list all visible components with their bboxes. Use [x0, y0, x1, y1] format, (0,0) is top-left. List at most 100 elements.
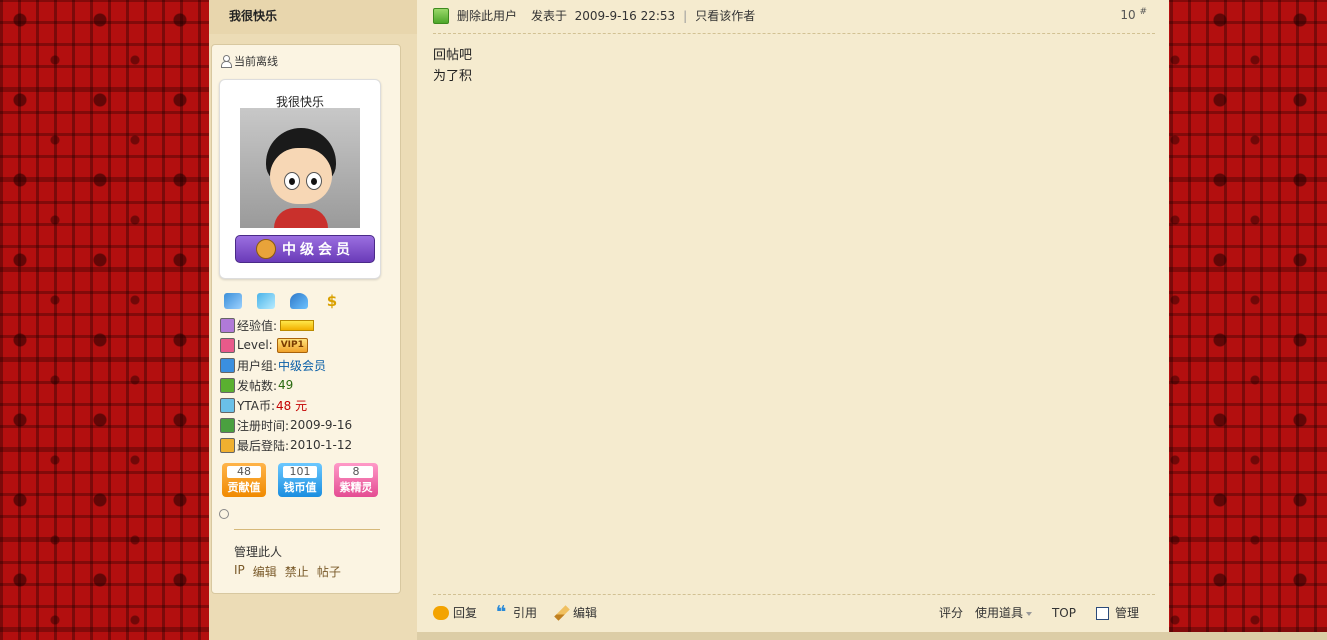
post-main: 删除此用户 发表于 2009-9-16 22:53 | 只看该作者 10 # 回… — [417, 0, 1327, 640]
post-time: 发表于 2009-9-16 22:53 — [531, 9, 676, 23]
sprite-label: 紫精灵 — [339, 481, 373, 494]
quote-icon: ❝ — [495, 601, 507, 623]
vip-badge: VIP1 — [276, 337, 308, 353]
only-author-link[interactable]: 只看该作者 — [695, 7, 755, 24]
dollar-icon[interactable]: $ — [323, 293, 341, 309]
avatar[interactable] — [240, 108, 360, 228]
money-value: 101 — [283, 466, 317, 478]
clock-icon — [220, 437, 235, 453]
email-icon[interactable] — [257, 293, 275, 309]
reply-icon — [433, 605, 449, 620]
reg-label: 注册时间: — [237, 418, 290, 433]
pencil-icon — [554, 604, 570, 621]
status-line: 当前离线 — [220, 53, 278, 69]
posts-value: 49 — [278, 378, 294, 392]
exp-bar — [280, 319, 315, 331]
avatar-eye-right — [306, 172, 322, 190]
quote-button[interactable]: ❝ 引用 — [493, 601, 538, 623]
post-line: 回帖吧 — [433, 48, 473, 63]
profile-panel: 当前离线 我很快乐 中级会员 $ 经验值: Level: VIP1 用户组: 中… — [211, 44, 401, 594]
manage-link-ip[interactable]: IP — [234, 563, 245, 580]
rank-title: 中级会员 — [282, 242, 354, 258]
post-container: 我很快乐 当前离线 我很快乐 中级会员 $ 经验值: Level: VIP1 用… — [209, 0, 1327, 640]
rate-link[interactable]: 评分 — [939, 604, 963, 621]
quote-label: 引用 — [513, 606, 538, 620]
stat-exp: 经验值: — [220, 315, 352, 335]
send-message-icon[interactable] — [224, 293, 242, 309]
stat-login: 最后登陆: 2010-1-12 — [220, 435, 352, 455]
author-header: 我很快乐 — [209, 0, 417, 34]
money-badge: 101 钱币值 — [278, 463, 322, 497]
user-square-icon — [433, 7, 449, 24]
reply-button[interactable]: 回复 — [433, 604, 477, 621]
level-icon — [220, 337, 235, 353]
header-divider — [433, 33, 1155, 34]
stat-group: 用户组: 中级会员 — [220, 355, 352, 375]
delete-user-link[interactable]: 删除此用户 — [457, 7, 517, 24]
manage-checkbox[interactable] — [1095, 607, 1109, 620]
floor-number: 10 — [1120, 8, 1136, 22]
sprite-value: 8 — [339, 466, 373, 478]
add-friend-icon[interactable] — [290, 293, 308, 309]
monkey-icon — [256, 239, 276, 259]
manage-label: 管理 — [1114, 606, 1139, 620]
coins-icon — [220, 397, 235, 413]
contribution-badge: 48 贡献值 — [222, 463, 266, 497]
stat-coins: YTA币: 48 元 — [220, 395, 352, 415]
manage-link-posts[interactable]: 帖子 — [317, 563, 341, 580]
stat-level: Level: VIP1 — [220, 335, 352, 355]
reply-label: 回复 — [453, 606, 478, 620]
calendar-icon — [220, 417, 235, 433]
level-label: Level: — [237, 338, 273, 352]
stat-reg: 注册时间: 2009-9-16 — [220, 415, 352, 435]
reg-value: 2009-9-16 — [290, 418, 353, 432]
avatar-card: 我很快乐 中级会员 — [219, 79, 381, 279]
author-badges: 48 贡献值 101 钱币值 8 紫精灵 — [222, 463, 378, 497]
edit-button[interactable]: 编辑 — [553, 604, 597, 621]
manage-links: IP 编辑 禁止 帖子 — [234, 563, 341, 580]
posts-label: 发帖数: — [237, 378, 278, 393]
manage-checkbox-group[interactable]: 管理 — [1095, 604, 1139, 621]
post-floor: 10 # — [1120, 7, 1147, 22]
chevron-down-icon — [1025, 611, 1032, 616]
post-actions: 回复 ❝ 引用 编辑 — [433, 601, 607, 623]
post-content: 回帖吧 为了积 — [433, 45, 472, 87]
contribution-value: 48 — [227, 466, 261, 478]
post-actions-right: 评分 使用道具 TOP 管理 — [939, 604, 1139, 621]
manage-link-edit[interactable]: 编辑 — [253, 563, 277, 580]
sprite-badge: 8 紫精灵 — [334, 463, 378, 497]
top-link[interactable]: TOP — [1052, 606, 1076, 620]
login-value: 2010-1-12 — [290, 438, 353, 452]
use-tool-menu[interactable]: 使用道具 — [975, 604, 1032, 621]
status-text: 当前离线 — [234, 55, 278, 68]
edit-label: 编辑 — [573, 606, 598, 620]
posts-icon — [220, 377, 235, 393]
manage-title: 管理此人 — [234, 545, 283, 559]
contribution-label: 贡献值 — [227, 481, 261, 494]
avatar-body — [274, 208, 328, 228]
group-icon — [220, 357, 235, 373]
author-tool-icons: $ — [224, 293, 341, 309]
author-stats: 经验值: Level: VIP1 用户组: 中级会员 发帖数: 49 YTA币:… — [220, 315, 352, 455]
author-name[interactable]: 我很快乐 — [229, 7, 277, 24]
coins-label: YTA币: — [237, 398, 275, 413]
pin-icon — [219, 509, 229, 519]
stat-posts: 发帖数: 49 — [220, 375, 352, 395]
login-label: 最后登陆: — [237, 438, 290, 453]
exp-icon — [220, 317, 235, 333]
rank-badge: 中级会员 — [235, 235, 375, 263]
divider — [234, 529, 380, 530]
footer-divider — [433, 594, 1155, 595]
avatar-face — [270, 148, 332, 204]
user-status-icon — [220, 55, 232, 68]
group-value[interactable]: 中级会员 — [278, 357, 326, 374]
floor-mark: # — [1139, 7, 1147, 17]
header-separator: | — [683, 8, 688, 23]
use-tool-label: 使用道具 — [974, 606, 1023, 620]
manage-link-ban[interactable]: 禁止 — [285, 563, 309, 580]
avatar-eye-left — [284, 172, 300, 190]
group-label: 用户组: — [237, 358, 278, 373]
author-sidebar: 我很快乐 当前离线 我很快乐 中级会员 $ 经验值: Level: VIP1 用… — [209, 0, 417, 640]
coins-value: 48 元 — [275, 398, 308, 413]
post-header: 删除此用户 发表于 2009-9-16 22:53 | 只看该作者 — [433, 7, 755, 24]
